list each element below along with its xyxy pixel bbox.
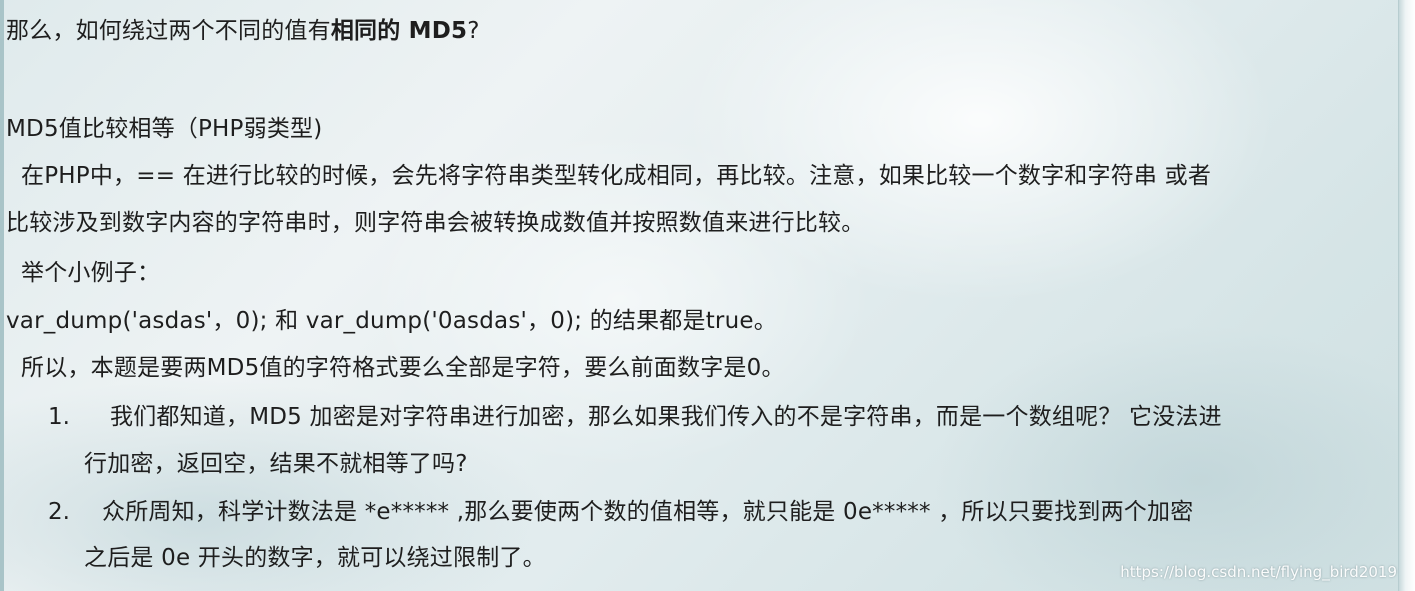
conclusion: 所以，本题是要两MD5值的字符格式要么全部是字符，要么前面数字是0。	[6, 355, 785, 381]
watermark: https://blog.csdn.net/flying_bird2019	[1120, 563, 1397, 581]
heading-line: 那么，如何绕过两个不同的值有相同的 MD5?	[6, 16, 480, 46]
example-intro: 举个小例子：	[6, 260, 161, 286]
heading-suffix: ?	[467, 18, 480, 44]
list-item-number: 1.	[48, 404, 70, 430]
list-item-line-1: 我们都知道，MD5 加密是对字符串进行加密，那么如果我们传入的不是字符串，而是一…	[110, 404, 1222, 430]
right-scroll-edge	[1398, 0, 1415, 591]
list-item-line-2: 之后是 0e 开头的数字，就可以绕过限制了。	[84, 545, 546, 571]
paragraph-line-1: 在PHP中，== 在进行比较的时候，会先将字符串类型转化成相同，再比较。注意，如…	[6, 163, 1212, 189]
example-code: var_dump('asdas'，0); 和 var_dump('0asdas'…	[6, 308, 777, 334]
list-item-line-2: 行加密，返回空，结果不就相等了吗?	[84, 451, 468, 477]
section-title: MD5值比较相等（PHP弱类型)	[6, 116, 323, 142]
heading-prefix: 那么，如何绕过两个不同的值有	[6, 18, 331, 44]
list-item-line-1: 众所周知，科学计数法是 *e***** ,那么要使两个数的值相等，就只能是 0e…	[102, 499, 1194, 525]
list-item-number: 2.	[48, 499, 70, 525]
paragraph-line-2: 比较涉及到数字内容的字符串时，则字符串会被转换成数值并按照数值来进行比较。	[6, 210, 865, 236]
heading-bold: 相同的 MD5	[330, 18, 468, 44]
left-border	[0, 0, 4, 591]
